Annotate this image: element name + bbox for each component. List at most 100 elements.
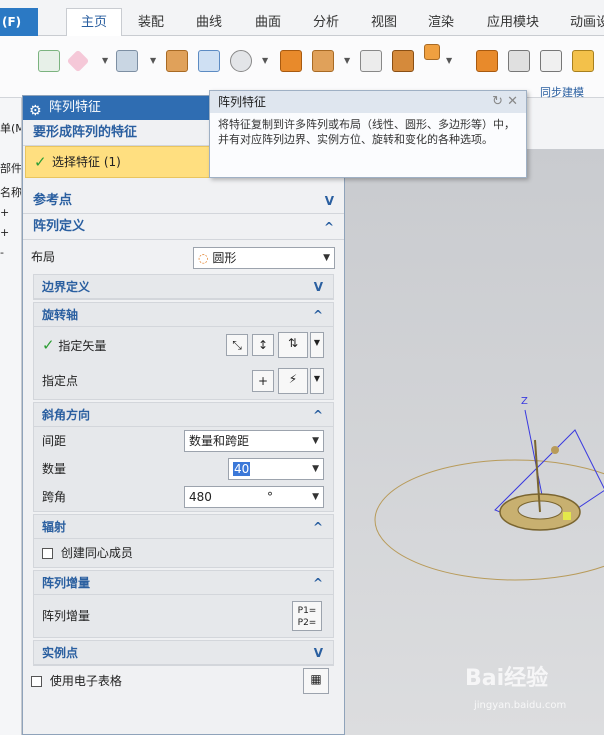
graphics-viewport[interactable]: Z bbox=[345, 150, 604, 735]
section-boundary[interactable]: 边界定义 V bbox=[34, 275, 333, 299]
section-angle-direction[interactable]: 斜角方向 ^ bbox=[34, 403, 333, 427]
point-dialog-icon[interactable]: + bbox=[252, 370, 274, 392]
chevron-up-icon[interactable]: ^ bbox=[324, 214, 334, 240]
pattern-feature-icon[interactable] bbox=[198, 50, 220, 72]
span-angle-row: 跨角 480 ° ▼ bbox=[34, 483, 333, 511]
tab-curve[interactable]: 曲线 bbox=[196, 10, 222, 36]
chevron-down-icon[interactable]: ▼ bbox=[150, 56, 156, 65]
inferred-vector-icon[interactable]: ⇅ bbox=[278, 332, 308, 358]
tab-home[interactable]: 主页 bbox=[66, 8, 123, 37]
spacing-row: 间距 数量和跨距 ▼ bbox=[34, 427, 333, 455]
section-reference-point[interactable]: 参考点 V bbox=[23, 188, 344, 214]
dialog-title-text: 阵列特征 bbox=[49, 100, 102, 115]
span-angle-label: 跨角 bbox=[42, 490, 67, 504]
spreadsheet-row[interactable]: 使用电子表格 ▦ bbox=[23, 666, 344, 696]
chevron-down-icon[interactable]: ▼ bbox=[310, 332, 324, 358]
layout-row: 布局 ◌ 圆形 ▼ bbox=[23, 240, 344, 274]
radiation-subpanel: 辐射 ^ 创建同心成员 bbox=[33, 514, 334, 568]
count-input[interactable]: 40 ▼ bbox=[228, 458, 324, 480]
pattern-feature-dialog: ⚙ 阵列特征 要形成阵列的特征 ✓ 选择特征 (1) 参考点 V 阵列定义 ^ … bbox=[22, 95, 345, 735]
angle-direction-subpanel: 斜角方向 ^ 间距 数量和跨距 ▼ 数量 40 ▼ 跨角 480 ° ▼ bbox=[33, 402, 334, 512]
nav-expand-toggle[interactable]: + bbox=[0, 226, 9, 239]
tab-application[interactable]: 应用模块 bbox=[487, 10, 539, 36]
vector-dialog-icon[interactable]: ↕ bbox=[252, 334, 274, 356]
concentric-row[interactable]: 创建同心成员 bbox=[34, 539, 333, 567]
chevron-down-icon: V bbox=[313, 646, 323, 660]
select-feature-label: 选择特征 (1) bbox=[52, 155, 121, 169]
part-navigator-strip: 单(M 部件 名称 + + - bbox=[0, 98, 22, 735]
watermark-logo: Bai经验 bbox=[465, 666, 549, 691]
section-array-definition[interactable]: 阵列定义 ^ bbox=[23, 214, 344, 240]
edge-blend-icon[interactable] bbox=[392, 50, 414, 72]
replace-face-icon[interactable] bbox=[572, 50, 594, 72]
chevron-down-icon[interactable]: ▼ bbox=[446, 56, 452, 65]
tooltip-body: 将特征复制到许多阵列或布局（线性、圆形、多边形等）中，并有对应阵列边界、实例方位… bbox=[218, 118, 515, 146]
nav-collapse-toggle[interactable]: - bbox=[0, 246, 4, 259]
tab-surface[interactable]: 曲面 bbox=[255, 10, 281, 36]
instance-point-subpanel: 实例点 V bbox=[33, 640, 334, 666]
tooltip-title: 阵列特征 ↻ ✕ bbox=[210, 91, 526, 113]
spacing-label: 间距 bbox=[42, 434, 67, 448]
ribbon-toolbar: ▼ ▼ ▼ ▼ ▼ 同步建模 bbox=[0, 36, 604, 99]
section-radiation[interactable]: 辐射 ^ bbox=[34, 515, 333, 539]
more-features-icon[interactable] bbox=[424, 44, 440, 60]
spreadsheet-checkbox[interactable] bbox=[31, 676, 42, 687]
model-view: Z bbox=[374, 396, 604, 581]
specify-point-row: 指定点 + ⚡ ▼ bbox=[34, 363, 333, 399]
section-array-increment[interactable]: 阵列增量 ^ bbox=[34, 571, 333, 595]
section-rotation-axis[interactable]: 旋转轴 ^ bbox=[34, 303, 333, 327]
watermark-url: jingyan.baidu.com bbox=[474, 700, 567, 711]
chevron-down-icon: ▼ bbox=[312, 492, 319, 502]
chevron-down-icon: ▼ bbox=[312, 464, 319, 474]
nav-expand-toggle[interactable]: + bbox=[0, 206, 9, 219]
tab-view[interactable]: 视图 bbox=[371, 10, 397, 36]
chevron-down-icon[interactable]: ▼ bbox=[344, 56, 350, 65]
checkmark-icon: ✓ bbox=[34, 153, 47, 171]
span-angle-input[interactable]: 480 ° ▼ bbox=[184, 486, 324, 508]
spreadsheet-label: 使用电子表格 bbox=[49, 674, 122, 688]
reverse-direction-icon[interactable]: ⤡ bbox=[226, 334, 248, 356]
nav-parts-label: 部件 bbox=[0, 162, 22, 175]
nav-name-column: 名称 bbox=[0, 186, 22, 199]
chevron-down-icon[interactable]: ▼ bbox=[262, 56, 268, 65]
tab-animation[interactable]: 动画设 bbox=[570, 10, 604, 36]
tab-render[interactable]: 渲染 bbox=[428, 10, 454, 36]
inferred-point-icon[interactable]: ⚡ bbox=[278, 368, 308, 394]
tab-assembly[interactable]: 装配 bbox=[138, 10, 164, 36]
shell-icon[interactable] bbox=[360, 50, 382, 72]
chevron-down-icon: V bbox=[313, 280, 323, 294]
array-increment-button[interactable]: P1= P2= bbox=[292, 601, 322, 631]
circular-layout-icon: ◌ bbox=[198, 251, 209, 265]
extrude-icon[interactable] bbox=[166, 50, 188, 72]
subtract-icon[interactable] bbox=[312, 50, 334, 72]
layout-select[interactable]: ◌ 圆形 ▼ bbox=[193, 247, 335, 269]
datum-plane-icon[interactable] bbox=[66, 49, 90, 73]
tab-analysis[interactable]: 分析 bbox=[313, 10, 339, 36]
pattern-feature-tooltip: 阵列特征 ↻ ✕ 将特征复制到许多阵列或布局（线性、圆形、多边形等）中，并有对应… bbox=[209, 90, 527, 178]
cylinder-icon[interactable] bbox=[230, 50, 252, 72]
chevron-down-icon: ▼ bbox=[312, 436, 319, 446]
close-icon[interactable]: ↻ ✕ bbox=[492, 91, 518, 113]
spacing-select[interactable]: 数量和跨距 ▼ bbox=[184, 430, 324, 452]
chevron-down-icon[interactable]: V bbox=[325, 188, 334, 214]
unite-icon[interactable] bbox=[280, 50, 302, 72]
offset-region-icon[interactable] bbox=[540, 50, 562, 72]
chevron-down-icon: ▼ bbox=[323, 253, 330, 263]
sketch-icon[interactable] bbox=[38, 50, 60, 72]
concentric-checkbox[interactable] bbox=[42, 548, 53, 559]
chevron-up-icon: ^ bbox=[312, 520, 323, 534]
chevron-down-icon[interactable]: ▼ bbox=[310, 368, 324, 394]
chevron-down-icon[interactable]: ▼ bbox=[102, 56, 108, 65]
nav-menu-label[interactable]: 单(M bbox=[0, 120, 21, 136]
block-icon[interactable] bbox=[116, 50, 138, 72]
section-instance-point[interactable]: 实例点 V bbox=[34, 641, 333, 665]
concentric-label: 创建同心成员 bbox=[60, 546, 133, 560]
pull-face-icon[interactable] bbox=[508, 50, 530, 72]
selected-point-handle bbox=[563, 512, 571, 520]
move-face-icon[interactable] bbox=[476, 50, 498, 72]
spreadsheet-icon[interactable]: ▦ bbox=[303, 668, 329, 694]
boundary-subpanel: 边界定义 V bbox=[33, 274, 334, 300]
array-increment-row: 阵列增量 P1= P2= bbox=[34, 595, 333, 637]
rotation-axis-subpanel: 旋转轴 ^ ✓ 指定矢量 ⤡ ↕ ⇅ ▼ 指定点 + ⚡ ▼ bbox=[33, 302, 334, 400]
file-tab[interactable]: (F) bbox=[0, 8, 38, 36]
